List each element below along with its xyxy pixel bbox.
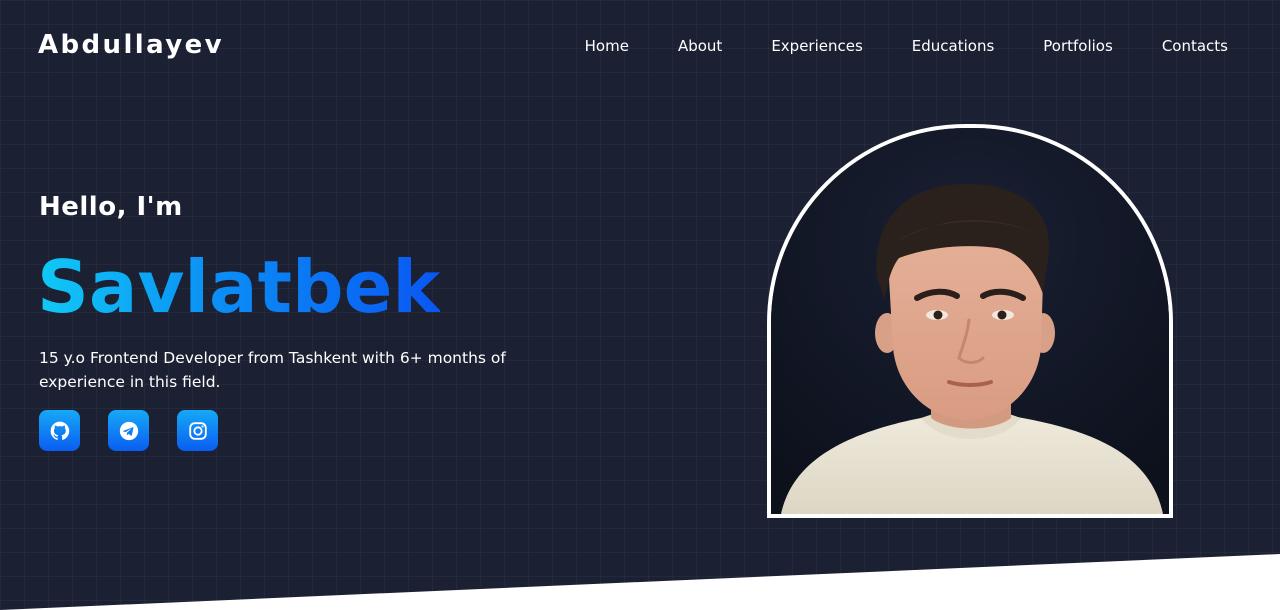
github-button[interactable] [39, 410, 80, 451]
profile-portrait [771, 128, 1169, 514]
hero-bio: 15 y.o Frontend Developer from Tashkent … [39, 349, 506, 391]
nav-portfolios-link[interactable]: Portfolios [1043, 37, 1113, 55]
profile-photo [767, 124, 1173, 518]
nav-contacts-link[interactable]: Contacts [1162, 37, 1228, 55]
telegram-button[interactable] [108, 410, 149, 451]
hero-greeting: Hello, I'm [39, 192, 183, 222]
nav-educations-link[interactable]: Educations [912, 37, 995, 55]
social-links [39, 410, 218, 451]
instagram-icon [187, 420, 209, 442]
bottom-divider [0, 554, 1280, 610]
instagram-button[interactable] [177, 410, 218, 451]
nav-about-link[interactable]: About [678, 37, 722, 55]
nav-home-link[interactable]: Home [585, 37, 629, 55]
main-nav: Home About Experiences Educations Portfo… [585, 37, 1228, 55]
site-header: Abdullayev Home About Experiences Educat… [0, 0, 1280, 96]
site-logo[interactable]: Abdullayev [38, 30, 224, 60]
github-icon [49, 420, 71, 442]
nav-experiences-link[interactable]: Experiences [771, 37, 862, 55]
telegram-icon [118, 420, 140, 442]
hero-name: Savlatbek [37, 242, 440, 332]
